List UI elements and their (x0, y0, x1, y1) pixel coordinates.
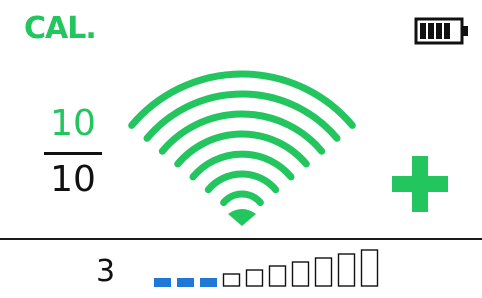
signal-arc (220, 190, 264, 207)
level-segment-active (154, 278, 171, 287)
level-segment-empty (222, 273, 241, 287)
level-segment-active (200, 278, 217, 287)
device-screen: CAL. 10 10 3 (0, 0, 482, 298)
mode-label: CAL. (24, 11, 97, 46)
battery-cell (428, 23, 434, 39)
battery-tip (463, 26, 468, 36)
fraction-display: 10 10 (38, 100, 108, 204)
fraction-denominator: 10 (50, 159, 96, 200)
level-segment-empty (268, 265, 287, 287)
signal-arc (174, 130, 310, 168)
level-segment-active (177, 278, 194, 287)
battery-cell (444, 23, 450, 39)
level-segment-empty (360, 249, 379, 287)
divider (0, 238, 482, 240)
level-segment-empty (291, 261, 310, 287)
signal-dot (228, 209, 256, 226)
level-segment-empty (245, 269, 264, 287)
signal-graphic (128, 70, 356, 226)
battery-cell (436, 23, 442, 39)
fraction-bar (44, 152, 102, 155)
level-value: 3 (96, 254, 116, 289)
plus-horizontal (392, 176, 448, 192)
level-bar-meter (150, 246, 410, 292)
wifi-signal-icon (122, 56, 362, 232)
level-segment-empty (337, 253, 356, 287)
plus-icon[interactable] (388, 152, 452, 216)
level-segment-empty (314, 257, 333, 287)
signal-arc (204, 170, 280, 194)
level-bars (154, 249, 379, 287)
battery-cell (420, 23, 426, 39)
plus-graphic (392, 156, 448, 212)
battery-icon (414, 16, 470, 46)
fraction-numerator: 10 (50, 103, 96, 144)
battery-graphic (414, 17, 468, 45)
